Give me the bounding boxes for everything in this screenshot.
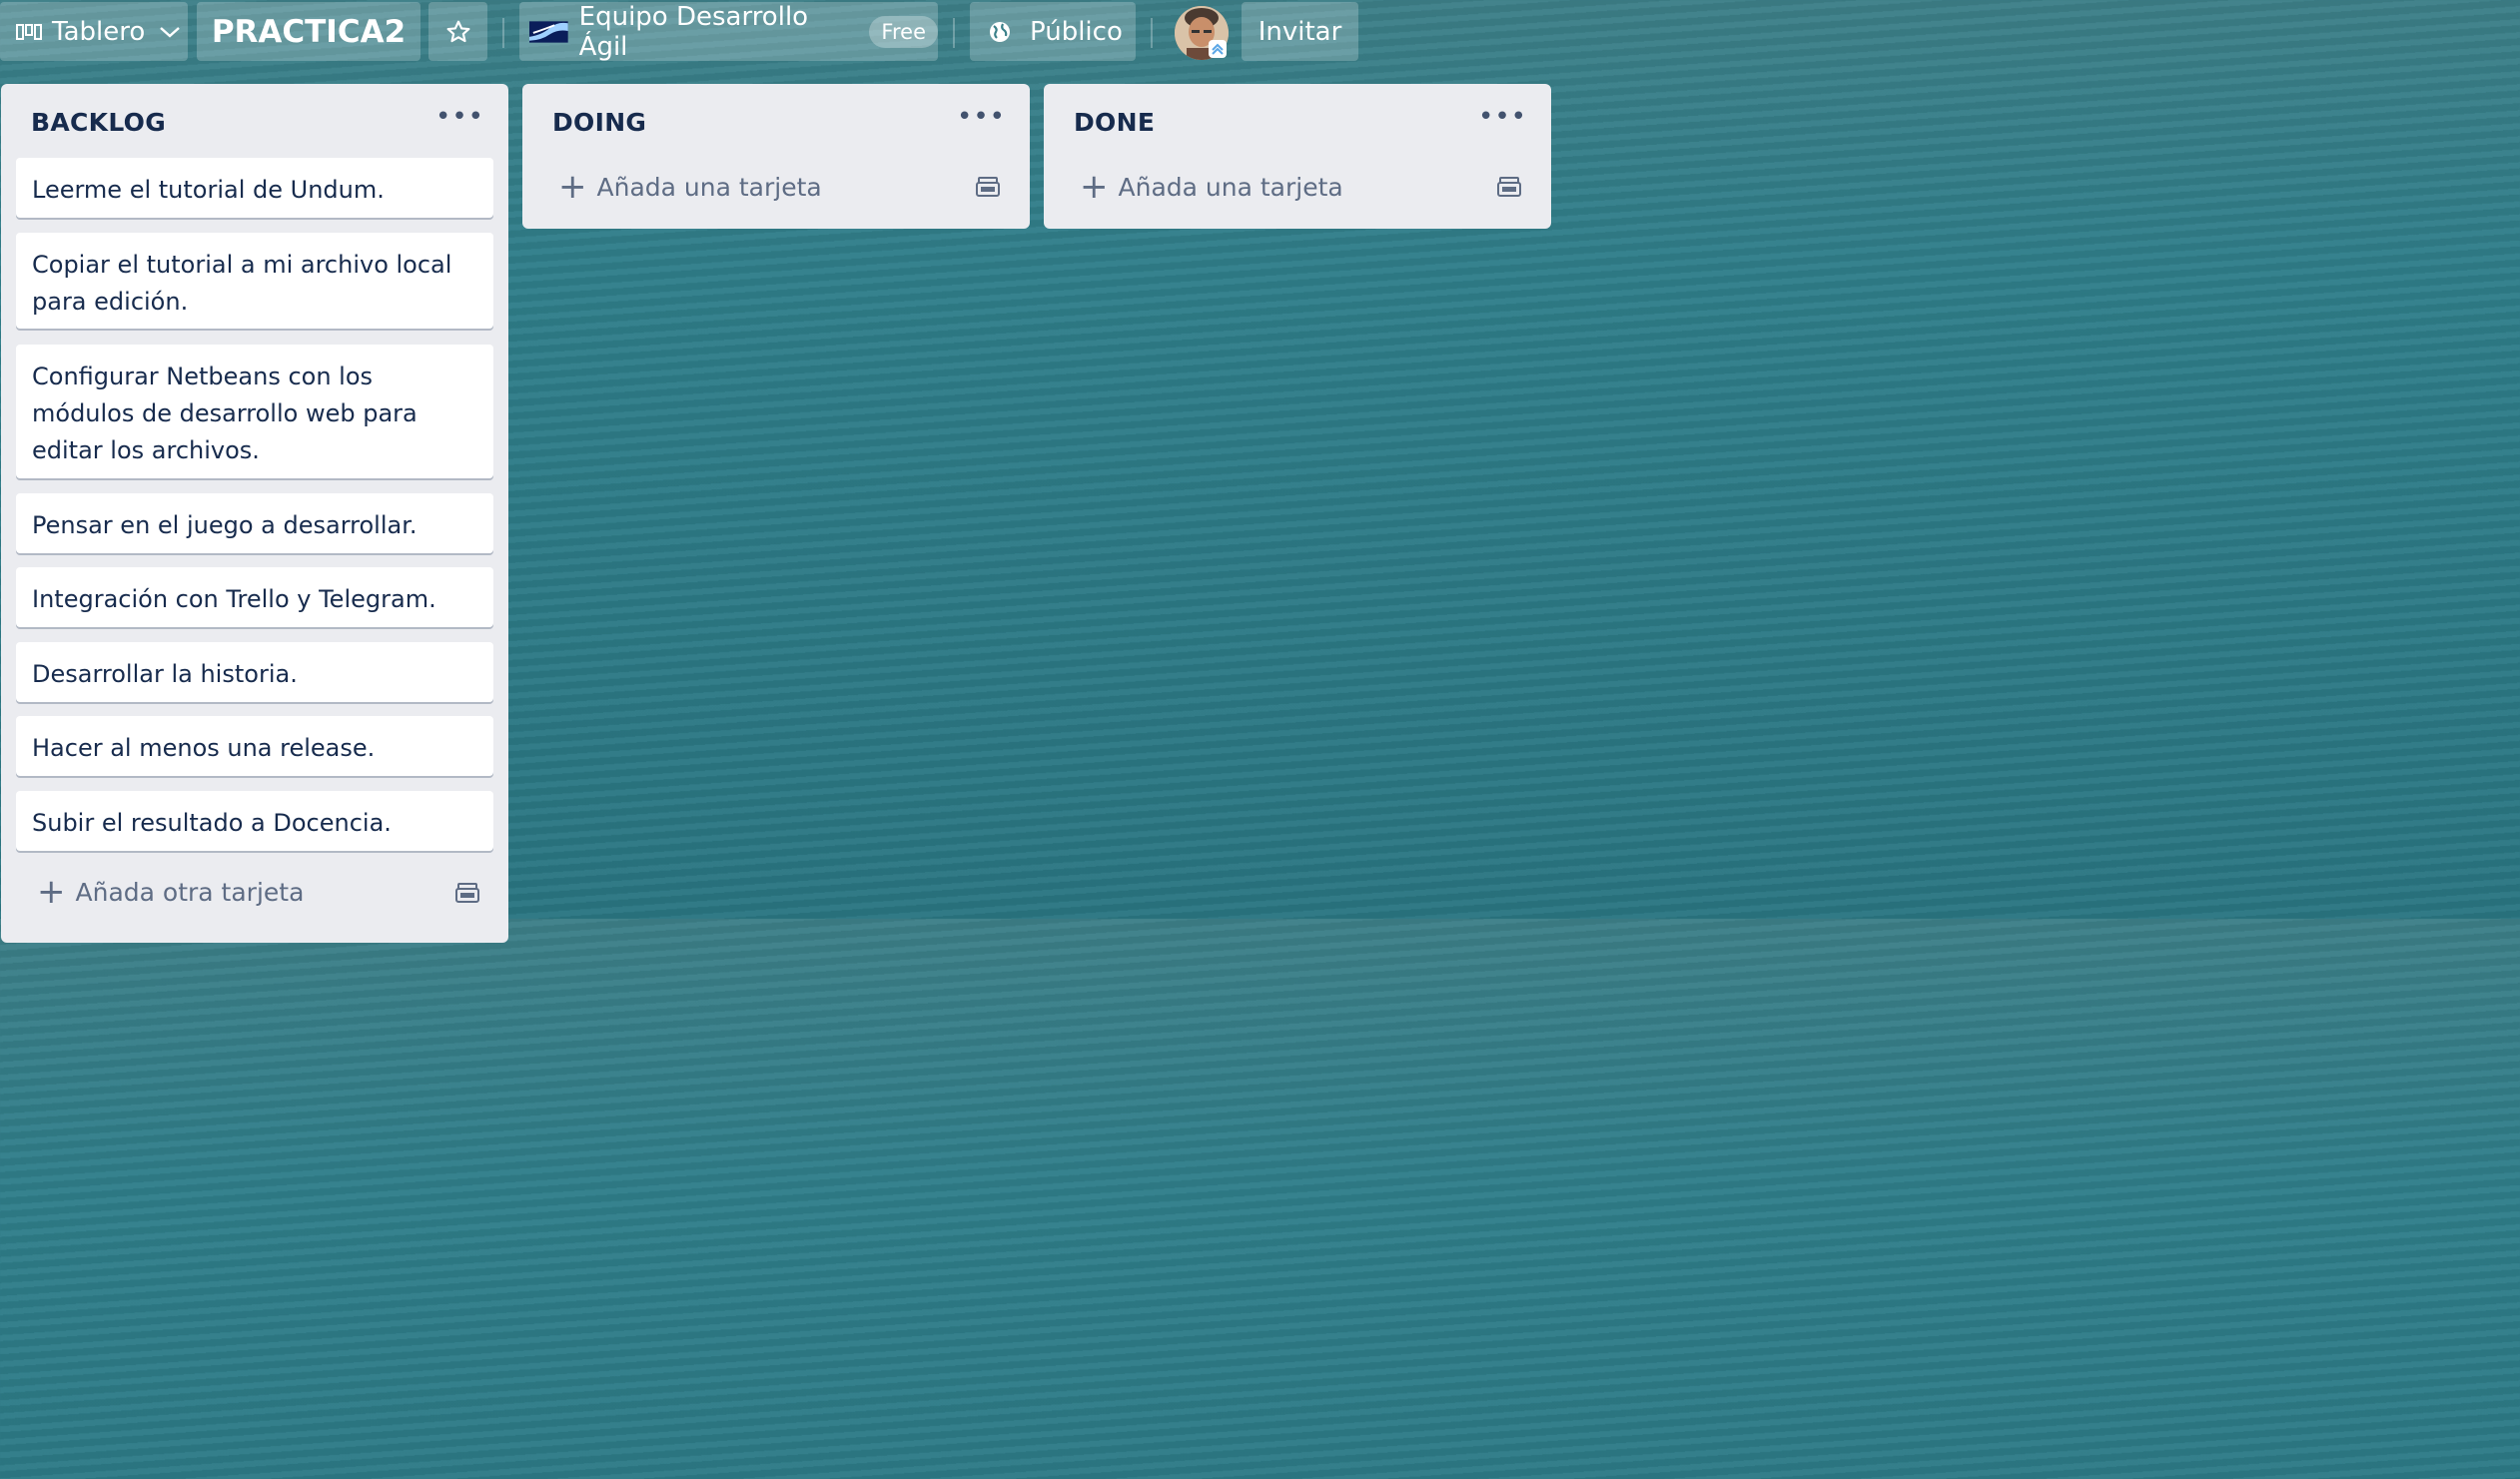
card[interactable]: Leerme el tutorial de Undum.	[16, 158, 493, 218]
add-card-label: Añada una tarjeta	[1118, 172, 1343, 202]
visibility-label: Público	[1030, 16, 1123, 47]
list-menu-icon[interactable]: •••	[957, 102, 1006, 132]
list-doing: DOING ••• + Añada una tarjeta	[522, 84, 1030, 229]
card-title: Desarrollar la historia.	[32, 660, 298, 688]
plan-badge: Free	[869, 15, 938, 48]
list-title[interactable]: BACKLOG	[31, 108, 166, 137]
separator	[953, 18, 955, 48]
card[interactable]: Copiar el tutorial a mi archivo local pa…	[16, 233, 493, 329]
list-menu-icon[interactable]: •••	[1478, 102, 1527, 132]
board-view-switcher[interactable]: Tablero	[0, 2, 188, 61]
card-template-icon[interactable]	[976, 177, 1000, 199]
card[interactable]: Configurar Netbeans con los módulos de d…	[16, 345, 493, 478]
card[interactable]: Subir el resultado a Docencia.	[16, 791, 493, 851]
invite-button[interactable]: Invitar	[1242, 2, 1358, 61]
card[interactable]: Integración con Trello y Telegram.	[16, 567, 493, 627]
board-title[interactable]: PRACTICA2	[197, 2, 420, 61]
invite-label: Invitar	[1258, 16, 1342, 47]
list-backlog: BACKLOG ••• Leerme el tutorial de Undum.…	[1, 84, 508, 943]
card-title: Hacer al menos una release.	[32, 734, 376, 762]
card-title: Configurar Netbeans con los módulos de d…	[32, 363, 418, 464]
add-card-button[interactable]: + Añada otra tarjeta	[37, 875, 304, 909]
plus-icon: +	[558, 167, 587, 207]
card-title: Integración con Trello y Telegram.	[32, 585, 436, 613]
workspace-button[interactable]: Equipo Desarrollo Ágil Free	[519, 1, 938, 62]
card-template-icon[interactable]	[1497, 177, 1521, 199]
add-card-button[interactable]: + Añada una tarjeta	[558, 170, 822, 204]
card-title: Copiar el tutorial a mi archivo local pa…	[32, 251, 452, 316]
card[interactable]: Desarrollar la historia.	[16, 642, 493, 702]
card-title: Leerme el tutorial de Undum.	[32, 176, 385, 204]
card[interactable]: Pensar en el juego a desarrollar.	[16, 493, 493, 553]
plus-icon: +	[37, 872, 66, 912]
card-title: Pensar en el juego a desarrollar.	[32, 511, 418, 539]
board-icon	[16, 23, 42, 40]
add-card-button[interactable]: + Añada una tarjeta	[1080, 170, 1343, 204]
visibility-button[interactable]: Público	[970, 2, 1136, 61]
card-template-icon[interactable]	[455, 883, 479, 905]
add-card-label: Añada una tarjeta	[596, 172, 822, 202]
list-title[interactable]: DOING	[552, 108, 646, 137]
separator	[1151, 18, 1153, 48]
admin-badge-icon	[1209, 40, 1227, 58]
separator	[502, 18, 504, 48]
star-button[interactable]	[428, 2, 487, 61]
list-done: DONE ••• + Añada una tarjeta	[1044, 84, 1551, 229]
workspace-name: Equipo Desarrollo Ágil	[578, 1, 809, 62]
chevron-down-icon	[160, 26, 181, 38]
workspace-logo	[529, 20, 568, 43]
list-title[interactable]: DONE	[1074, 108, 1155, 137]
plus-icon: +	[1080, 167, 1109, 207]
board-header: Tablero PRACTICA2 Equipo Desarrollo Ágil…	[0, 0, 1566, 64]
globe-icon	[990, 21, 1010, 42]
card[interactable]: Hacer al menos una release.	[16, 716, 493, 776]
board-view-label: Tablero	[52, 16, 146, 47]
star-icon	[446, 20, 469, 42]
board-title-text: PRACTICA2	[211, 13, 407, 50]
card-title: Subir el resultado a Docencia.	[32, 809, 392, 837]
list-menu-icon[interactable]: •••	[435, 102, 484, 132]
add-card-label: Añada otra tarjeta	[75, 877, 305, 907]
